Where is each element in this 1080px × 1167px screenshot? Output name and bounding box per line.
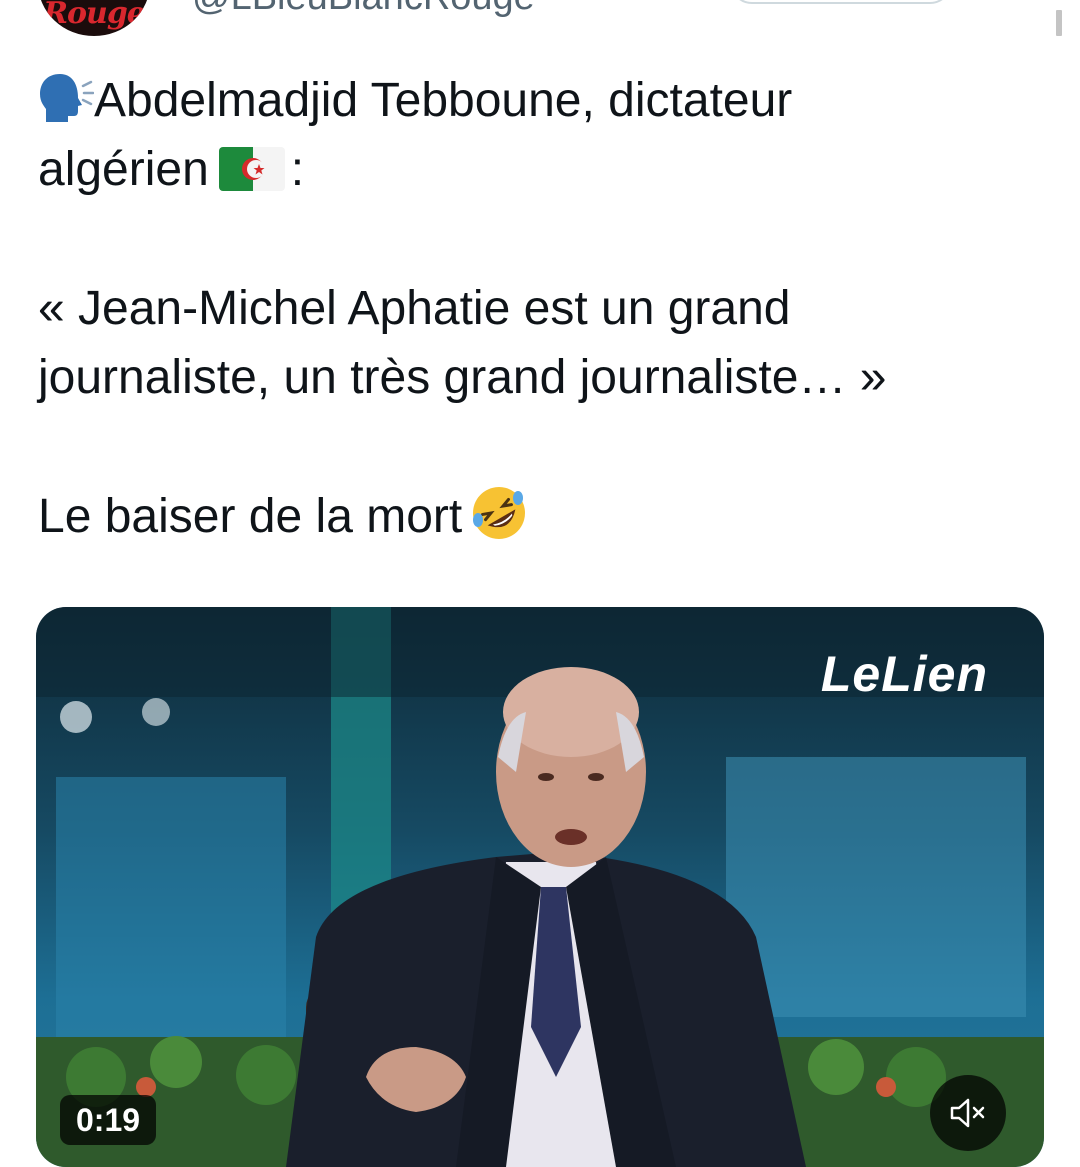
avatar[interactable]: Rouge bbox=[38, 0, 150, 36]
tweet-line-3: « Jean-Michel Aphatie est un grand bbox=[38, 282, 791, 335]
user-handle[interactable]: @LBleuBlancRouge bbox=[192, 0, 535, 19]
tweet-line-4: journaliste, un très grand journaliste… … bbox=[38, 351, 887, 404]
algeria-flag-icon bbox=[218, 147, 285, 191]
speaking-head-icon bbox=[40, 74, 94, 122]
video-player[interactable]: LeLien 0:19 bbox=[36, 607, 1044, 1167]
tweet-line-1-text: Abdelmadjid Tebboune, dictateur bbox=[94, 74, 793, 127]
video-duration-badge: 0:19 bbox=[60, 1095, 157, 1145]
tweet-text: Abdelmadjid Tebboune, dictateur algérien… bbox=[38, 66, 1048, 551]
video-watermark: LeLien bbox=[820, 646, 988, 702]
speaker-muted-icon bbox=[950, 1098, 985, 1128]
tweet-line-2: algérien : bbox=[38, 135, 1048, 204]
tweet-line-2-text: algérien bbox=[38, 143, 209, 196]
scrollbar[interactable] bbox=[1042, 0, 1080, 46]
tweet-line-1: Abdelmadjid Tebboune, dictateur bbox=[38, 66, 1048, 135]
tweet-line-5-text: Le baiser de la mort bbox=[38, 490, 463, 543]
tweet-line-2-colon: : bbox=[290, 143, 305, 196]
rolling-laughing-icon bbox=[473, 487, 526, 539]
mute-button[interactable] bbox=[930, 1075, 1006, 1151]
follow-button[interactable] bbox=[730, 0, 952, 4]
avatar-logo-text: Rouge bbox=[43, 0, 146, 31]
tweet-line-5: Le baiser de la mort bbox=[38, 482, 1048, 551]
